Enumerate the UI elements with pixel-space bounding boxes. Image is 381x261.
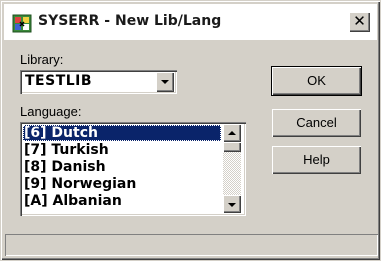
language-scrollbar[interactable]	[223, 124, 241, 213]
library-label: Library:	[20, 52, 64, 67]
help-button[interactable]: Help	[272, 146, 361, 174]
scroll-thumb[interactable]	[223, 142, 241, 152]
cancel-button[interactable]: Cancel	[272, 109, 361, 137]
language-label: Language:	[20, 104, 82, 119]
list-item[interactable]: [A] Albanian	[23, 193, 221, 209]
status-bar	[5, 234, 378, 256]
list-item[interactable]: [9] Norwegian	[23, 176, 221, 192]
window-title: SYSERR - New Lib/Lang	[38, 13, 222, 29]
close-button[interactable]: ✕	[349, 12, 370, 32]
library-combobox[interactable]: TESTLIB	[20, 70, 177, 94]
list-item[interactable]: [8] Danish	[23, 159, 221, 175]
chevron-down-icon	[228, 203, 236, 207]
ok-button[interactable]: OK	[272, 67, 361, 95]
syserr-app-icon	[12, 14, 32, 33]
library-dropdown-button[interactable]	[156, 72, 174, 92]
library-value: TESTLIB	[25, 73, 93, 89]
scroll-up-button[interactable]	[223, 124, 241, 142]
title-bar[interactable]: SYSERR - New Lib/Lang ✕	[4, 4, 377, 40]
close-icon: ✕	[353, 12, 366, 30]
scroll-down-button[interactable]	[223, 195, 241, 213]
list-item[interactable]: [7] Turkish	[23, 142, 221, 158]
language-listbox[interactable]: [6] Dutch [7] Turkish [8] Danish [9] Nor…	[20, 122, 246, 216]
dialog-window: SYSERR - New Lib/Lang ✕ Library: TESTLIB…	[0, 0, 381, 261]
list-item[interactable]: [6] Dutch	[23, 125, 221, 141]
chevron-up-icon	[228, 131, 236, 135]
chevron-down-icon	[161, 80, 169, 84]
